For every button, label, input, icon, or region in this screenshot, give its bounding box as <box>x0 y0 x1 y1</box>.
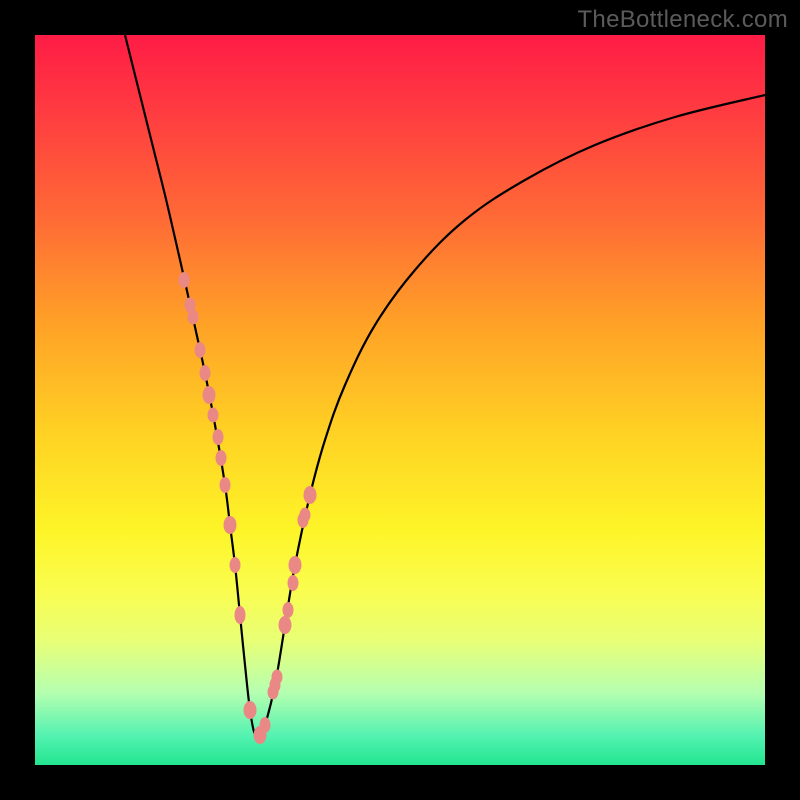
curve-marker <box>260 717 271 733</box>
curve-marker <box>304 486 317 504</box>
curve-marker <box>195 342 206 358</box>
curve-marker <box>300 508 311 523</box>
curve-marker <box>216 450 227 466</box>
curve-marker <box>279 616 292 634</box>
curve-marker <box>188 310 199 325</box>
curve-marker <box>288 575 299 591</box>
curve-marker <box>224 516 237 534</box>
curve-marker <box>244 701 257 719</box>
bottleneck-curve <box>125 35 765 737</box>
curve-marker <box>289 556 302 574</box>
curve-marker <box>179 272 190 288</box>
chart-frame: TheBottleneck.com <box>0 0 800 800</box>
curve-marker <box>200 365 211 381</box>
curve-marker <box>213 429 224 445</box>
curve-marker <box>230 557 241 573</box>
curve-marker <box>208 408 219 423</box>
curve-marker <box>272 670 283 685</box>
curve-svg <box>35 35 765 765</box>
curve-marker <box>203 386 216 404</box>
curve-marker <box>220 477 231 493</box>
plot-area <box>35 35 765 765</box>
watermark-text: TheBottleneck.com <box>577 6 788 34</box>
marker-group <box>179 272 317 744</box>
curve-marker <box>235 606 246 624</box>
curve-marker <box>283 602 294 618</box>
